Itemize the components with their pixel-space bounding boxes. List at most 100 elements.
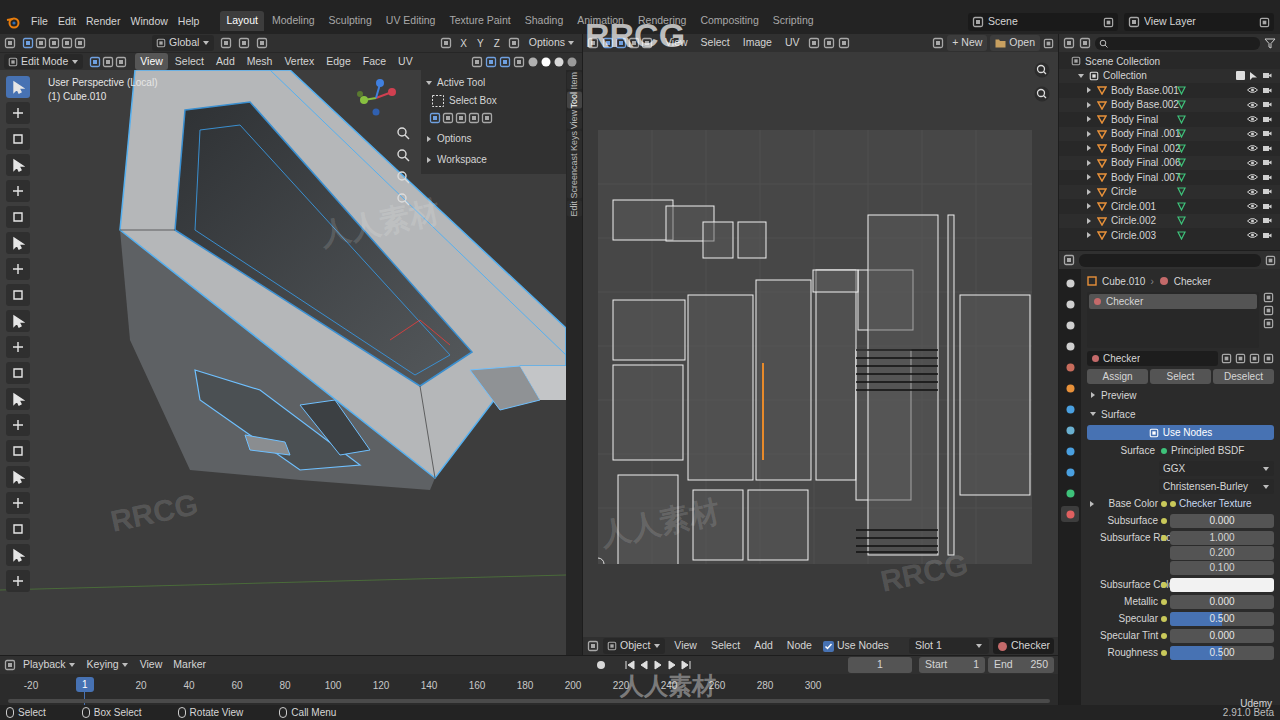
socket-icon[interactable] — [1161, 535, 1167, 541]
menu-item[interactable]: Edge — [321, 53, 356, 71]
eye-icon[interactable] — [1247, 86, 1258, 94]
workspace-tab[interactable]: Layout — [220, 11, 264, 31]
properties-tab[interactable] — [1061, 317, 1079, 333]
timeline-menu[interactable]: View — [136, 657, 167, 673]
socket-icon[interactable] — [1161, 501, 1167, 507]
tool-button[interactable] — [6, 466, 30, 488]
pin-icon[interactable] — [1043, 38, 1054, 49]
filter-icon[interactable] — [1264, 37, 1276, 49]
playback-control-icon[interactable] — [638, 659, 650, 671]
start-frame-field[interactable]: Start1 — [919, 657, 985, 673]
remove-slot-icon[interactable] — [1263, 305, 1274, 316]
auto-merge-icon[interactable] — [508, 37, 520, 49]
search-field[interactable] — [1095, 37, 1260, 50]
expand-arrow-icon[interactable] — [1085, 231, 1093, 239]
panel-header[interactable]: Surface — [1087, 406, 1274, 422]
menu-item[interactable]: UV — [393, 53, 418, 71]
slot-action-button[interactable]: Assign — [1087, 369, 1148, 384]
search-field[interactable] — [1079, 254, 1261, 267]
panel-header[interactable]: Options — [421, 128, 566, 149]
playback-control-icon[interactable] — [652, 659, 664, 671]
timeline-menu[interactable]: Playback — [19, 657, 80, 673]
slot-action-button[interactable]: Deselect — [1213, 369, 1274, 384]
menu-item[interactable]: Vertex — [279, 53, 319, 71]
surface-shader-field[interactable]: Principled BSDF — [1159, 443, 1274, 458]
copy-icon[interactable] — [1259, 17, 1270, 28]
menu-item[interactable]: Mesh — [242, 53, 278, 71]
expand-arrow-icon[interactable] — [425, 156, 433, 164]
expand-arrow-icon[interactable] — [1085, 130, 1093, 138]
editor-type-icon[interactable] — [587, 640, 599, 652]
eye-icon[interactable] — [1247, 202, 1258, 210]
tool-button[interactable] — [6, 258, 30, 280]
workspace-tab[interactable]: Modeling — [266, 11, 321, 31]
face-select-icon[interactable] — [641, 37, 653, 49]
tool-button[interactable] — [6, 388, 30, 410]
menu-item[interactable]: Render — [81, 13, 125, 31]
eye-icon[interactable] — [1247, 159, 1258, 167]
dropdown-arrow-icon[interactable] — [1262, 483, 1270, 491]
expand-arrow-icon[interactable] — [1085, 115, 1093, 123]
copy-icon[interactable] — [1103, 17, 1114, 28]
view-icon[interactable] — [471, 56, 483, 68]
tool-button[interactable] — [6, 102, 30, 124]
outliner-row[interactable]: Body Final — [1059, 112, 1280, 127]
select-arrow-icon[interactable] — [1249, 71, 1258, 81]
tool-button[interactable] — [6, 154, 30, 176]
record-icon[interactable] — [595, 659, 607, 671]
properties-tab[interactable] — [1061, 443, 1079, 459]
tool-button[interactable] — [6, 414, 30, 436]
tool-button[interactable] — [6, 492, 30, 514]
expand-arrow-icon[interactable] — [425, 135, 433, 143]
current-frame-field[interactable]: 1 — [848, 657, 912, 673]
pivot-icon[interactable] — [220, 37, 232, 49]
socket-icon[interactable] — [1161, 650, 1167, 656]
menu-item[interactable]: Add — [211, 53, 240, 71]
unlink-icon[interactable] — [1249, 353, 1260, 364]
tool-button[interactable] — [6, 284, 30, 306]
outliner-row[interactable]: Body Base.002 — [1059, 98, 1280, 113]
expand-arrow-icon[interactable] — [1085, 202, 1093, 210]
workspace-tab[interactable]: Scripting — [767, 11, 820, 31]
object-icon[interactable] — [607, 641, 617, 651]
mode-invert-icon[interactable] — [61, 37, 73, 49]
properties-tab[interactable] — [1061, 485, 1079, 501]
dropdown-arrow-icon[interactable] — [567, 39, 575, 47]
workspace-tab[interactable]: Rendering — [632, 11, 692, 31]
properties-tab[interactable] — [1061, 506, 1079, 522]
properties-tab[interactable] — [1061, 380, 1079, 396]
slot-action-button[interactable]: Select — [1150, 369, 1211, 384]
workspace-tab[interactable]: Shading — [519, 11, 570, 31]
eye-icon[interactable] — [1247, 144, 1258, 152]
mirror-axis-toggle[interactable]: X — [458, 36, 469, 51]
eye-icon[interactable] — [1247, 231, 1258, 239]
menu-item[interactable]: Image — [738, 34, 777, 52]
viewport-canvas[interactable]: User Perspective (Local)(1) Cube.010Acti… — [0, 70, 566, 655]
playback-control-icon[interactable] — [680, 659, 692, 671]
menu-item[interactable]: Add — [749, 637, 778, 655]
properties-tab[interactable] — [1061, 275, 1079, 291]
pan-icon[interactable] — [396, 148, 410, 162]
dropdown-field[interactable]: GGX — [1159, 461, 1274, 476]
menu-item[interactable]: UV — [780, 34, 805, 52]
pin-icon[interactable] — [1265, 255, 1276, 266]
camera-icon[interactable] — [1262, 100, 1272, 109]
shading-mode-icon[interactable] — [540, 56, 552, 68]
expand-arrow-icon[interactable] — [1089, 391, 1097, 399]
socket-icon[interactable] — [1161, 599, 1167, 605]
outliner-row[interactable]: Body Base.001 — [1059, 83, 1280, 98]
menu-item[interactable]: File — [26, 13, 53, 31]
mode-extend-icon[interactable] — [35, 37, 47, 49]
menu-item[interactable]: Help — [173, 13, 205, 31]
active-tool-field[interactable]: Select Box — [429, 93, 558, 108]
mirror-icon[interactable] — [440, 37, 452, 49]
menu-item[interactable]: Select — [706, 637, 745, 655]
scene-icon[interactable] — [972, 16, 984, 28]
socket-icon[interactable] — [1161, 633, 1167, 639]
material-slot[interactable]: Checker — [1089, 294, 1257, 309]
mirror-axis-toggle[interactable]: Z — [492, 36, 502, 51]
outliner-row[interactable]: Body Final .002 — [1059, 141, 1280, 156]
select-mode-icon[interactable] — [4, 37, 16, 49]
browse-icon[interactable] — [1263, 353, 1274, 364]
tool-button[interactable] — [6, 76, 30, 98]
